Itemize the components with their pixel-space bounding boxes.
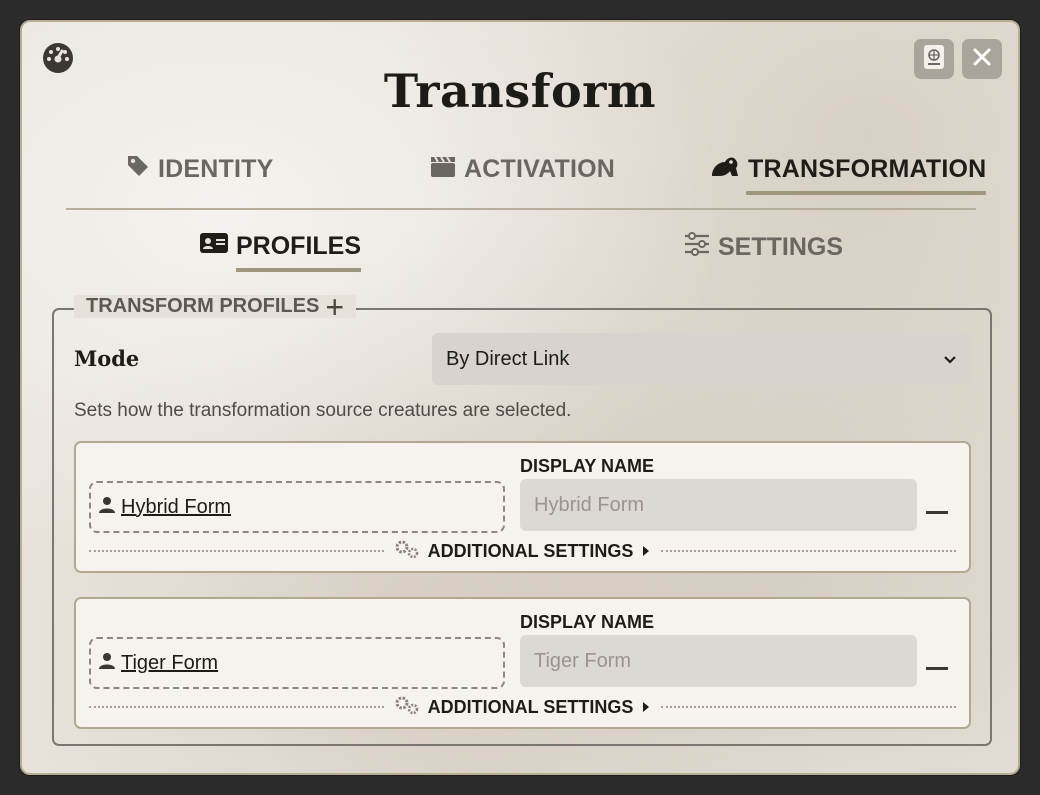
mode-label: Mode <box>74 346 140 371</box>
active-tab-underline <box>746 191 987 195</box>
additional-settings-label: ADDITIONAL SETTINGS <box>427 540 634 561</box>
subtab-label: PROFILES <box>236 232 362 260</box>
creature-link-dropzone[interactable]: Hybrid Form <box>89 481 505 533</box>
profile-card: Tiger Form DISPLAY NAME ADDITIONAL SETTI… <box>74 597 971 729</box>
display-name-label: DISPLAY NAME <box>520 612 655 632</box>
creature-link-dropzone[interactable]: Tiger Form <box>89 637 505 689</box>
additional-settings-row: ADDITIONAL SETTINGS <box>89 539 956 563</box>
tag-icon <box>126 154 150 185</box>
caret-right-icon <box>641 697 651 718</box>
tabs-divider <box>66 208 976 210</box>
id-card-icon <box>200 232 228 261</box>
additional-settings-toggle[interactable]: ADDITIONAL SETTINGS <box>394 539 652 564</box>
additional-settings-row: ADDITIONAL SETTINGS <box>89 695 956 719</box>
legend-label: TRANSFORM PROFILES <box>86 295 320 317</box>
tab-activation[interactable]: ACTIVATION <box>430 154 615 185</box>
remove-profile-button[interactable] <box>926 511 948 514</box>
mode-hint: Sets how the transformation source creat… <box>74 400 572 421</box>
dotted-separator <box>661 550 956 552</box>
transform-dialog: Transform IDENTITY ACTIVATION TRANSFORMA… <box>20 20 1020 775</box>
subtab-label: SETTINGS <box>718 233 844 261</box>
creature-link[interactable]: Hybrid Form <box>121 496 231 519</box>
subtab-profiles[interactable]: PROFILES <box>200 232 362 272</box>
dotted-separator <box>89 706 384 708</box>
user-icon <box>99 652 115 675</box>
sliders-icon <box>684 232 710 263</box>
dotted-separator <box>661 706 956 708</box>
creature-link[interactable]: Tiger Form <box>121 652 218 675</box>
tab-transformation[interactable]: TRANSFORMATION <box>710 154 987 195</box>
transform-profiles-fieldset: TRANSFORM PROFILES + Mode By Direct Link… <box>52 291 992 746</box>
subtab-settings[interactable]: SETTINGS <box>684 232 843 263</box>
fieldset-legend: TRANSFORM PROFILES + <box>74 291 357 323</box>
mode-select[interactable]: By Direct Link <box>432 333 971 385</box>
additional-settings-label: ADDITIONAL SETTINGS <box>427 696 634 717</box>
active-subtab-underline <box>236 268 362 272</box>
tab-identity[interactable]: IDENTITY <box>126 154 274 185</box>
add-profile-button[interactable]: + <box>325 291 344 323</box>
profile-card: Hybrid Form DISPLAY NAME ADDITIONAL SETT… <box>74 441 971 573</box>
cogs-icon <box>394 539 420 564</box>
tab-label: ACTIVATION <box>464 155 616 183</box>
dialog-title: Transform <box>383 64 657 118</box>
chevron-down-icon <box>943 348 957 371</box>
cogs-icon <box>394 695 420 720</box>
dotted-separator <box>89 550 384 552</box>
remove-profile-button[interactable] <box>926 667 948 670</box>
frog-icon <box>710 154 740 185</box>
tab-label: TRANSFORMATION <box>748 155 987 183</box>
additional-settings-toggle[interactable]: ADDITIONAL SETTINGS <box>394 695 652 720</box>
display-name-input[interactable] <box>520 479 917 531</box>
display-name-label: DISPLAY NAME <box>520 456 655 476</box>
mode-select-value: By Direct Link <box>446 347 570 370</box>
tab-label: IDENTITY <box>158 155 274 183</box>
display-name-input[interactable] <box>520 635 917 687</box>
user-icon <box>99 496 115 519</box>
caret-right-icon <box>641 541 651 562</box>
clapperboard-icon <box>430 154 456 185</box>
